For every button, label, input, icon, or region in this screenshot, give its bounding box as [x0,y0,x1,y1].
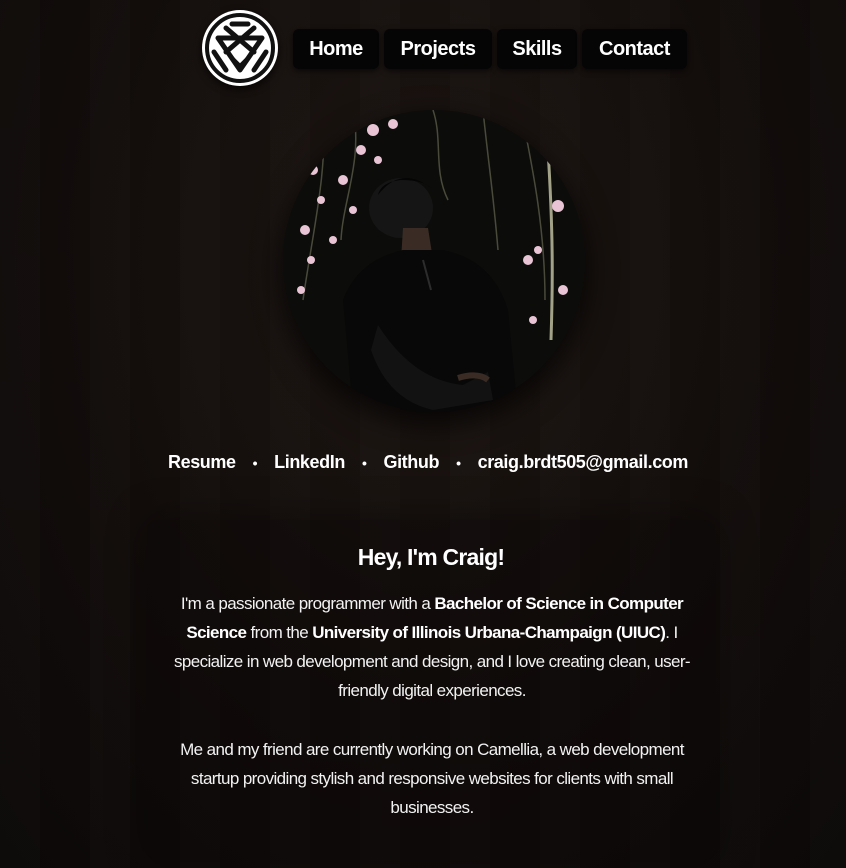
separator: • [252,454,258,471]
site-logo-icon[interactable] [202,10,278,86]
nav-projects-button[interactable]: Projects [384,29,492,69]
contact-links: Resume • LinkedIn • Github • craig.brdt5… [0,452,846,473]
separator: • [361,454,367,471]
nav-skills-button[interactable]: Skills [497,29,577,69]
main-nav: Home Projects Skills Contact [293,29,687,69]
nav-home-button[interactable]: Home [293,29,379,69]
profile-photo [283,110,585,412]
intro-heading: Hey, I'm Craig! [357,544,505,570]
github-link[interactable]: Github [383,452,439,473]
nav-contact-button[interactable]: Contact [582,29,687,69]
resume-link[interactable]: Resume [168,452,236,473]
separator: • [456,454,461,471]
intro-card: Hey, I'm Craig! I'm a passionate program… [147,520,715,860]
intro-paragraph: I'm a passionate programmer with a Bache… [174,594,691,700]
startup-paragraph: Me and my friend are currently working o… [180,740,684,817]
linkedin-link[interactable]: LinkedIn [274,452,345,473]
email-link[interactable]: craig.brdt505@gmail.com [478,452,689,473]
